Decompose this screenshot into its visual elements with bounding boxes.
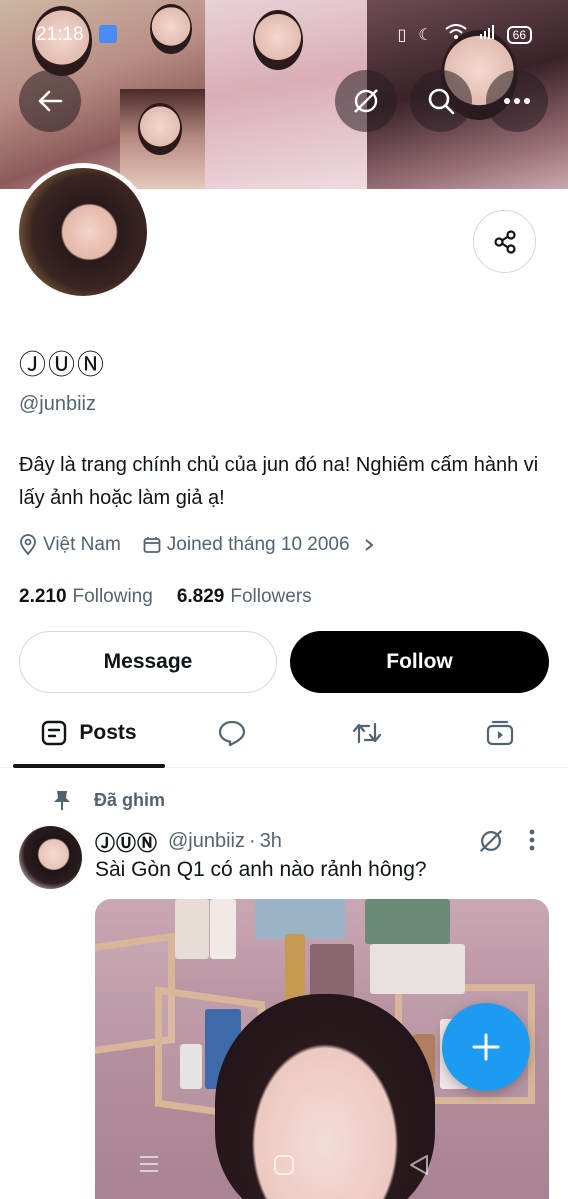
moon-icon: ☾	[418, 26, 433, 44]
back-button[interactable]	[19, 70, 81, 132]
status-bar: 21:18 ▯ ☾ 66	[0, 0, 568, 60]
vibrate-icon: ▯	[397, 26, 407, 44]
post-time[interactable]: 3h	[260, 830, 282, 853]
grok-icon	[354, 89, 378, 113]
back-nav-icon[interactable]	[408, 1154, 430, 1176]
message-button[interactable]: Message	[19, 631, 277, 693]
product-decor	[180, 1044, 202, 1089]
plus-icon	[472, 1033, 500, 1061]
tab-reposts[interactable]	[335, 700, 399, 766]
posts-tab-icon	[42, 720, 67, 746]
profile-bio: Đây là trang chính chủ của jun đó na! Ng…	[19, 454, 539, 509]
post-grok-button[interactable]	[477, 827, 505, 860]
profile-avatar	[19, 168, 147, 296]
post-author-name[interactable]: ⒿⓊⓃ	[95, 827, 158, 856]
grok-button[interactable]	[335, 70, 397, 132]
signal-icon	[479, 24, 495, 45]
more-vertical-icon	[529, 829, 535, 851]
grok-icon	[479, 829, 503, 853]
profile-tabs: Posts	[0, 700, 568, 768]
more-options-button[interactable]	[486, 70, 548, 132]
status-icons: ▯ ☾ 66	[397, 24, 532, 45]
search-button[interactable]	[410, 70, 472, 132]
product-decor	[365, 899, 450, 944]
tab-posts-label: Posts	[79, 721, 137, 744]
following-count[interactable]: 2.210	[19, 586, 67, 608]
post-author-handle[interactable]: @junbiiz	[168, 830, 245, 853]
post-separator: ·	[249, 830, 256, 852]
product-decor	[285, 934, 305, 1004]
banner-photo-inset	[120, 89, 205, 189]
product-decor	[210, 899, 236, 959]
tab-replies[interactable]	[200, 700, 264, 766]
product-decor	[175, 899, 209, 959]
more-icon	[504, 98, 530, 104]
profile-handle: @junbiiz	[19, 393, 97, 415]
profile-avatar-frame[interactable]	[14, 163, 152, 301]
post-text: Sài Gòn Q1 có anh nào rảnh hông?	[95, 858, 427, 881]
profile-location: Việt Nam	[43, 534, 121, 555]
follow-button[interactable]: Follow	[290, 631, 549, 693]
post-author-avatar[interactable]	[19, 826, 82, 889]
product-decor	[255, 899, 345, 939]
tab-posts[interactable]: Posts	[13, 700, 165, 768]
home-nav-icon[interactable]	[273, 1154, 295, 1176]
system-navigation-bar	[0, 1140, 568, 1190]
app-notification-icon	[99, 25, 117, 43]
search-icon	[428, 88, 455, 115]
status-time: 21:18	[36, 24, 84, 45]
replies-tab-icon	[218, 720, 246, 747]
followers-label[interactable]: Followers	[230, 586, 311, 608]
profile-stats: 2.210 Following 6.829 Followers	[19, 586, 312, 608]
display-name: ⒿⓊⓃ	[19, 350, 106, 381]
pinned-label: Đã ghim	[94, 789, 166, 810]
share-profile-button[interactable]	[473, 210, 536, 273]
tab-media[interactable]	[468, 700, 532, 766]
recents-nav-icon[interactable]	[138, 1154, 160, 1174]
product-decor	[370, 944, 465, 994]
profile-meta: Việt Nam Joined tháng 10 2006	[19, 534, 376, 556]
profile-joined[interactable]: Joined tháng 10 2006	[167, 534, 350, 556]
pin-icon	[54, 791, 70, 810]
post-more-button[interactable]	[528, 828, 536, 857]
location-icon	[20, 534, 36, 556]
calendar-icon	[143, 537, 161, 553]
battery-indicator: 66	[506, 25, 532, 44]
following-label[interactable]: Following	[73, 586, 153, 608]
back-arrow-icon	[38, 90, 63, 112]
chevron-right-icon[interactable]	[362, 537, 376, 553]
pinned-indicator: Đã ghim	[52, 789, 165, 811]
post-header: ⒿⓊⓃ @junbiiz · 3h	[95, 827, 282, 856]
media-tab-icon	[486, 720, 514, 746]
share-icon	[493, 229, 516, 254]
wifi-icon	[445, 24, 467, 45]
repost-tab-icon	[352, 722, 382, 744]
compose-post-button[interactable]	[442, 1003, 530, 1091]
followers-count[interactable]: 6.829	[177, 586, 225, 608]
